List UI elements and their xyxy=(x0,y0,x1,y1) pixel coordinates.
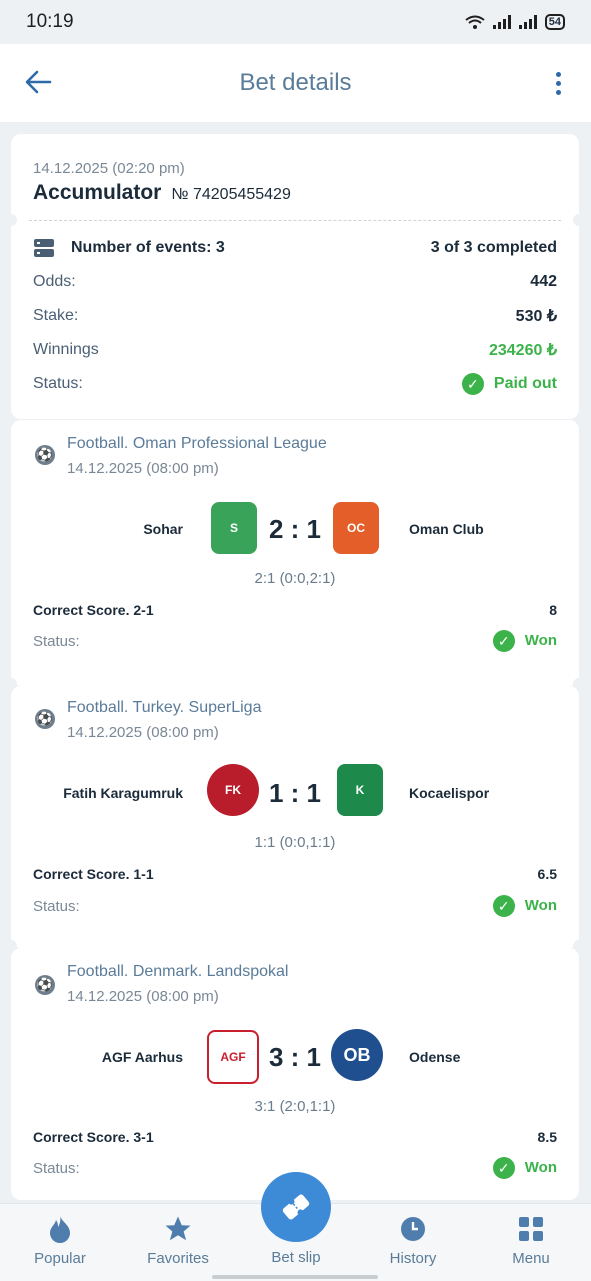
event-score: 1 : 1 xyxy=(268,778,322,808)
nav-menu-label: Menu xyxy=(512,1250,550,1267)
event-date: 14.12.2025 (08:00 pm) xyxy=(67,724,219,741)
market-name: Correct Score. 2-1 xyxy=(33,602,154,618)
away-team-logo: K xyxy=(337,764,383,816)
back-arrow-icon[interactable] xyxy=(24,68,52,96)
score-detail: 1:1 (0:0,1:1) xyxy=(254,834,336,851)
status-value: Paid out xyxy=(493,375,557,393)
clock-icon xyxy=(401,1217,425,1241)
market-odds: 8 xyxy=(549,602,557,618)
odds-value: 442 xyxy=(530,273,557,290)
app-bar: Bet details xyxy=(0,44,591,122)
league-name: Football. Denmark. Landspokal xyxy=(67,963,289,980)
score-detail: 3:1 (2:0,1:1) xyxy=(254,1098,336,1115)
battery-icon: 54 xyxy=(544,14,565,30)
league-name: Football. Oman Professional League xyxy=(67,435,327,452)
nav-popular[interactable]: Popular xyxy=(10,1214,110,1267)
football-icon: ⚽ xyxy=(35,975,55,995)
bet-summary-card: 14.12.2025 (02:20 pm) Accumulator № 7420… xyxy=(5,134,585,419)
nav-history[interactable]: History xyxy=(363,1214,463,1267)
stake-value: 530 ₺ xyxy=(515,308,557,325)
odds-row: Odds: 442 xyxy=(11,265,579,299)
bet-type: Accumulator xyxy=(33,181,162,204)
status-label: Status: xyxy=(33,375,83,392)
nav-betslip[interactable]: Bet slip xyxy=(246,1249,346,1266)
nav-favorites[interactable]: Favorites xyxy=(128,1214,228,1267)
event-date: 14.12.2025 (08:00 pm) xyxy=(67,460,219,477)
event-status: ✓ Won xyxy=(492,630,557,652)
market-name: Correct Score. 1-1 xyxy=(33,866,154,882)
signal-icon xyxy=(518,15,537,29)
nav-favorites-label: Favorites xyxy=(147,1250,209,1267)
away-team: Kocaelispor xyxy=(409,785,490,801)
check-icon: ✓ xyxy=(492,630,515,652)
market-name: Correct Score. 3-1 xyxy=(33,1129,154,1145)
status-row: Status: ✓ Paid out xyxy=(11,367,579,401)
wifi-icon xyxy=(465,15,485,29)
away-team-logo: OB xyxy=(331,1029,383,1081)
fire-icon xyxy=(50,1216,70,1243)
ticket-icon xyxy=(282,1194,310,1220)
winnings-value: 234260 ₺ xyxy=(488,342,557,359)
stake-label: Stake: xyxy=(33,307,79,324)
event-status: ✓ Won xyxy=(492,895,557,917)
event-status-label: Status: xyxy=(33,633,80,650)
check-icon: ✓ xyxy=(461,373,484,395)
nav-betslip-label: Bet slip xyxy=(271,1249,321,1266)
away-team: Odense xyxy=(409,1049,461,1065)
event-date: 14.12.2025 (08:00 pm) xyxy=(67,988,219,1005)
stake-row: Stake: 530 ₺ xyxy=(11,299,579,333)
event-status-label: Status: xyxy=(33,1160,80,1177)
event-card[interactable]: ⚽ Football. Turkey. SuperLiga 14.12.2025… xyxy=(5,686,585,952)
nav-menu[interactable]: Menu xyxy=(481,1214,581,1267)
bet-number: № 74205455429 xyxy=(171,186,291,203)
away-team: Oman Club xyxy=(409,521,484,537)
odds-label: Odds: xyxy=(33,273,76,290)
market-odds: 8.5 xyxy=(537,1129,557,1145)
signal-icon xyxy=(492,15,511,29)
market-odds: 6.5 xyxy=(537,866,557,882)
football-icon: ⚽ xyxy=(35,709,55,729)
event-score: 2 : 1 xyxy=(268,514,322,544)
grid-icon xyxy=(519,1217,543,1241)
league-name: Football. Turkey. SuperLiga xyxy=(67,699,262,716)
nav-history-label: History xyxy=(389,1250,437,1267)
home-indicator xyxy=(212,1275,378,1279)
bet-date: 14.12.2025 (02:20 pm) xyxy=(33,160,185,177)
winnings-label: Winnings xyxy=(33,341,99,358)
event-status: ✓ Won xyxy=(492,1157,557,1179)
winnings-row: Winnings 234260 ₺ xyxy=(11,333,579,367)
check-icon: ✓ xyxy=(492,1157,515,1179)
events-list-icon xyxy=(34,239,54,257)
score-detail: 2:1 (0:0,2:1) xyxy=(254,570,336,587)
more-options-icon[interactable] xyxy=(556,72,561,95)
event-score: 3 : 1 xyxy=(268,1042,322,1072)
football-icon: ⚽ xyxy=(35,445,55,465)
events-row: Number of events: 3 3 of 3 completed xyxy=(11,231,579,265)
clock: 10:19 xyxy=(26,11,74,32)
events-count: Number of events: 3 xyxy=(71,239,225,256)
event-card[interactable]: ⚽ Football. Oman Professional League 14.… xyxy=(5,420,585,690)
events-completed: 3 of 3 completed xyxy=(430,239,557,256)
away-team-logo: OC xyxy=(333,502,379,554)
page-title: Bet details xyxy=(239,69,352,96)
star-icon xyxy=(165,1216,191,1241)
nav-popular-label: Popular xyxy=(34,1250,86,1267)
event-card[interactable]: ⚽ Football. Denmark. Landspokal 14.12.20… xyxy=(11,948,579,1200)
status-icons: 54 xyxy=(465,14,565,30)
bet-slip-button[interactable] xyxy=(261,1172,331,1242)
event-status-label: Status: xyxy=(33,898,80,915)
check-icon: ✓ xyxy=(492,895,515,917)
status-bar: 10:19 54 xyxy=(0,0,591,44)
